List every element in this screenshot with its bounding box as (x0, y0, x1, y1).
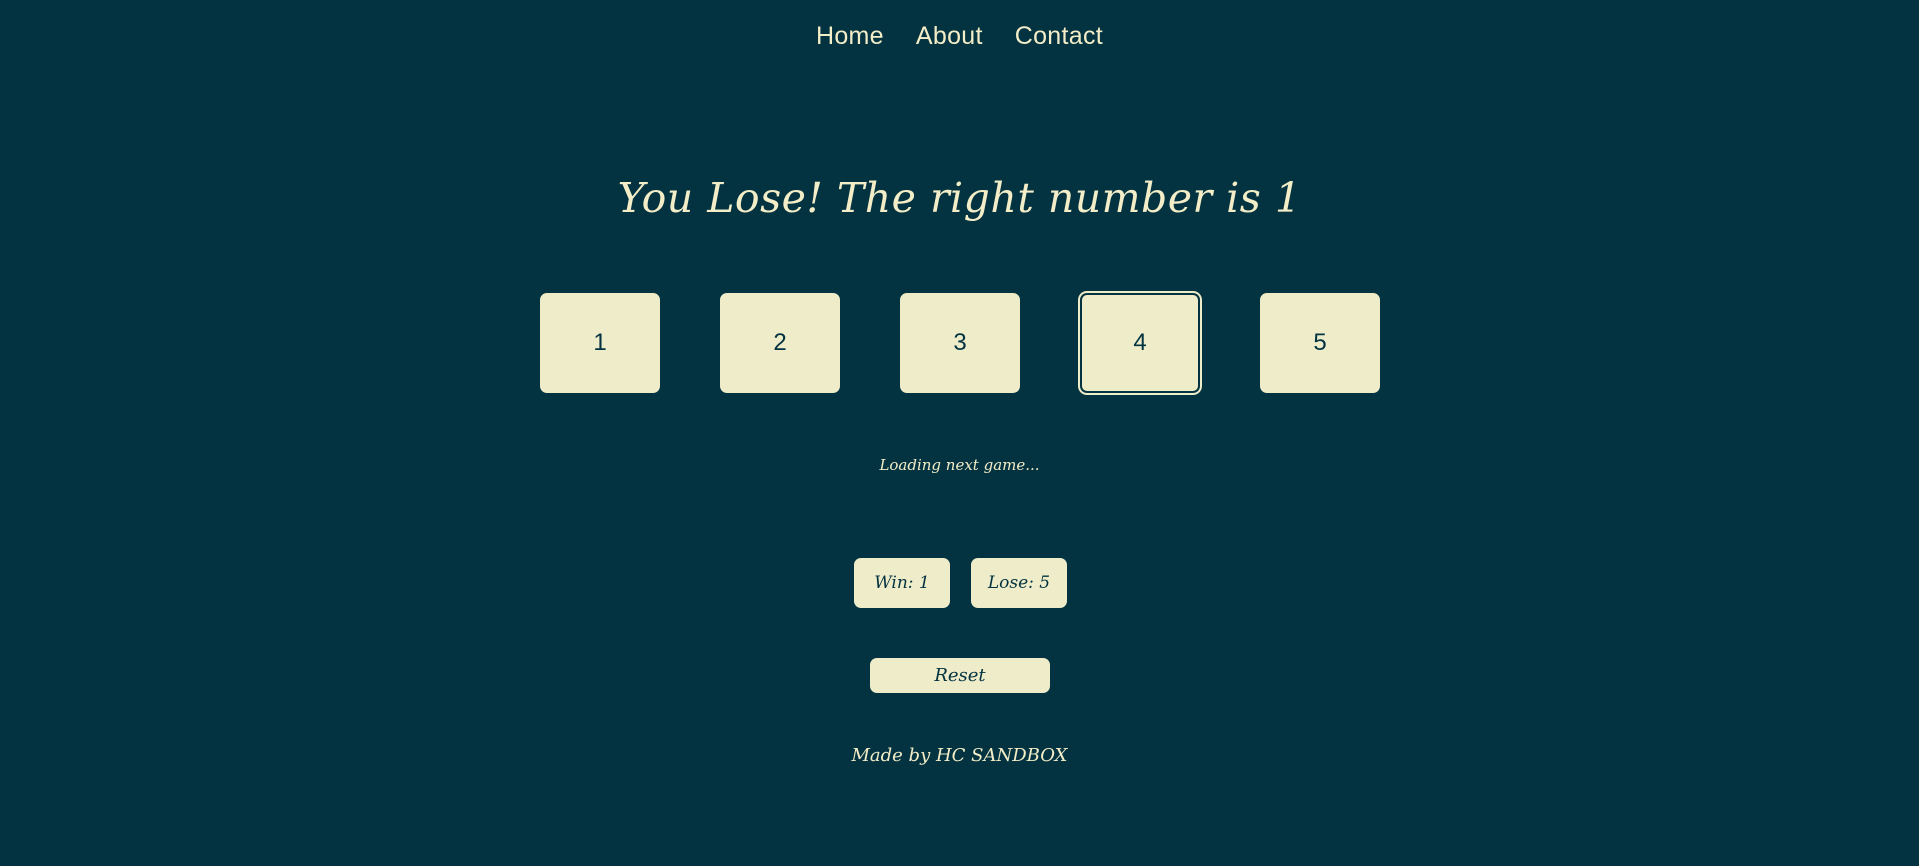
choice-button-3[interactable]: 3 (900, 293, 1020, 393)
choice-button-2[interactable]: 2 (720, 293, 840, 393)
choice-button-5[interactable]: 5 (1260, 293, 1380, 393)
number-choices: 1 2 3 4 5 (540, 293, 1380, 393)
choice-button-4[interactable]: 4 (1080, 293, 1200, 393)
score-board: Win: 1 Lose: 5 (854, 558, 1067, 608)
lose-count-badge: Lose: 5 (971, 558, 1067, 608)
nav-home-link[interactable]: Home (816, 22, 884, 51)
choice-button-1[interactable]: 1 (540, 293, 660, 393)
result-message: You Lose! The right number is 1 (617, 174, 1302, 222)
reset-button[interactable]: Reset (870, 658, 1050, 693)
footer-credit: Made by HC SANDBOX (851, 745, 1068, 766)
nav-about-link[interactable]: About (916, 22, 983, 51)
loading-status: Loading next game... (879, 456, 1040, 474)
top-nav: Home About Contact (0, 22, 1919, 51)
nav-contact-link[interactable]: Contact (1015, 22, 1103, 51)
win-count-badge: Win: 1 (854, 558, 950, 608)
